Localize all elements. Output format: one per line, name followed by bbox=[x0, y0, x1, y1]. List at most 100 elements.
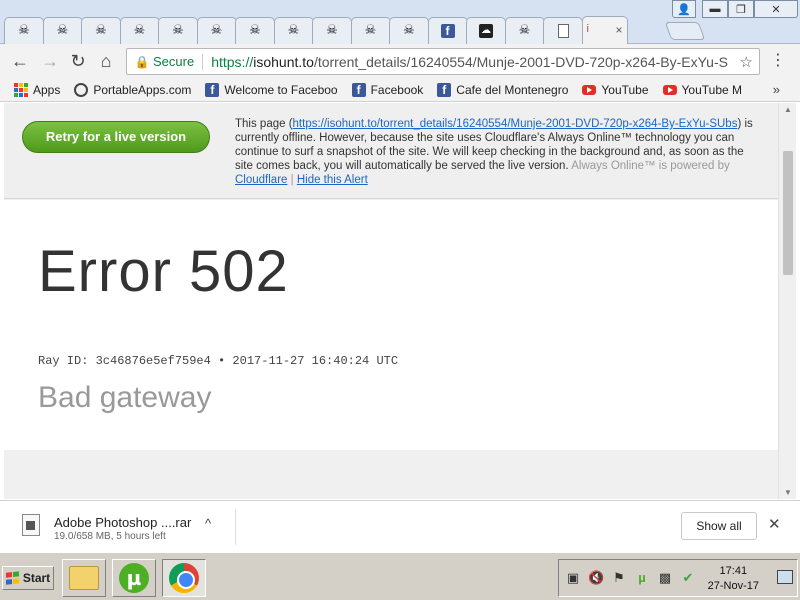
tab[interactable]: ☠ bbox=[273, 17, 314, 44]
home-button[interactable]: ⌂ bbox=[94, 49, 118, 73]
reload-button[interactable]: ↻ bbox=[66, 49, 90, 73]
download-divider bbox=[235, 509, 236, 545]
usb-icon[interactable]: ▣ bbox=[565, 570, 581, 586]
lock-icon: 🔒 bbox=[134, 54, 150, 69]
url-text[interactable]: https://isohunt.to/torrent_details/16240… bbox=[211, 54, 728, 70]
portableapps-icon bbox=[74, 82, 89, 97]
scroll-up-arrow-icon[interactable]: ▲ bbox=[784, 105, 792, 114]
taskbar-explorer[interactable] bbox=[62, 559, 106, 597]
tab[interactable]: ☠ bbox=[235, 17, 275, 44]
user-profile-button[interactable]: 👤 bbox=[672, 0, 696, 18]
tab-close-icon[interactable]: × bbox=[615, 23, 622, 37]
show-all-button[interactable]: Show all bbox=[681, 512, 757, 540]
bookmark-star-icon[interactable]: ☆ bbox=[740, 53, 753, 71]
cloudflare-link[interactable]: Cloudflare bbox=[235, 174, 287, 186]
tab[interactable]: ☠ bbox=[119, 17, 160, 44]
tab[interactable]: f bbox=[427, 17, 468, 44]
skull-icon: ☠ bbox=[287, 23, 300, 38]
tab-active[interactable]: i × bbox=[581, 16, 628, 45]
bookmark-label: Welcome to Faceboo bbox=[224, 82, 338, 97]
powered-by-text: Always Online™ is powered by bbox=[571, 160, 730, 172]
folder-icon bbox=[69, 566, 99, 590]
utorrent-tray-icon[interactable]: µ bbox=[634, 570, 650, 586]
windows-taskbar: Start µ ▣ 🔇 ⚑ µ ▩ ✔ 17:41 27-Nov-17 bbox=[0, 552, 800, 600]
minimize-button[interactable]: ▬ bbox=[702, 0, 728, 18]
offline-page-link[interactable]: https://isohunt.to/torrent_details/16240… bbox=[293, 118, 738, 130]
archive-file-icon bbox=[22, 514, 40, 536]
back-button[interactable]: ← bbox=[8, 49, 32, 73]
volume-muted-icon[interactable]: 🔇 bbox=[588, 570, 604, 586]
skull-icon: ☠ bbox=[326, 23, 338, 38]
bookmark-welcome-to-facebook[interactable]: f Welcome to Faceboo bbox=[205, 82, 338, 97]
scroll-thumb[interactable] bbox=[783, 151, 793, 275]
bookmark-youtube[interactable]: YouTube bbox=[582, 83, 649, 97]
taskbar-utorrent[interactable]: µ bbox=[112, 559, 156, 597]
facebook-icon: f bbox=[205, 82, 220, 97]
bookmark-facebook[interactable]: f Facebook bbox=[351, 82, 424, 97]
network-signal-icon[interactable]: ▩ bbox=[657, 570, 673, 586]
taskbar-chrome[interactable] bbox=[162, 559, 206, 597]
bookmark-label: Apps bbox=[33, 82, 61, 97]
clock-date: 27-Nov-17 bbox=[707, 580, 759, 592]
tab[interactable]: ☠ bbox=[196, 17, 237, 44]
close-shelf-icon[interactable]: ✕ bbox=[768, 515, 781, 533]
tray-clock[interactable]: 17:41 27-Nov-17 bbox=[708, 564, 759, 594]
bookmark-label: Facebook bbox=[370, 82, 424, 97]
tab[interactable]: ☠ bbox=[42, 17, 83, 44]
apps-grid-icon bbox=[14, 82, 28, 97]
page-scrollbar[interactable]: ▲ ▼ bbox=[778, 103, 796, 499]
skull-icon: ☠ bbox=[364, 23, 377, 38]
browser-toolbar: ← → ↻ ⌂ 🔒 Secure https://isohunt.to/torr… bbox=[0, 44, 800, 78]
tab[interactable]: ☠ bbox=[350, 17, 391, 44]
bookmark-youtube-m[interactable]: YouTube M bbox=[662, 83, 742, 97]
forward-button[interactable]: → bbox=[38, 49, 62, 73]
window-close-button[interactable]: ✕ bbox=[754, 0, 798, 18]
start-button[interactable]: Start bbox=[2, 566, 54, 590]
chrome-menu-button[interactable]: ⋮ bbox=[770, 49, 786, 73]
tab[interactable]: ☁ bbox=[466, 17, 506, 44]
url-path: /torrent_details/16240554/Munje-2001-DVD… bbox=[313, 53, 728, 70]
cloud-icon: ☁ bbox=[479, 24, 493, 38]
user-icon: 👤 bbox=[677, 3, 691, 16]
scroll-down-arrow-icon[interactable]: ▼ bbox=[784, 488, 792, 497]
bookmarks-bar: Apps PortableApps.com f Welcome to Faceb… bbox=[0, 78, 800, 102]
page-viewport: Retry for a live version This page (http… bbox=[4, 103, 778, 499]
arrow-left-icon: ← bbox=[11, 50, 29, 71]
always-online-alert: Retry for a live version This page (http… bbox=[4, 103, 778, 199]
bookmarks-overflow-button[interactable]: » bbox=[773, 82, 780, 97]
skull-icon: ☠ bbox=[403, 23, 415, 38]
chevron-up-icon[interactable]: ^ bbox=[205, 516, 211, 531]
skull-icon: ☠ bbox=[172, 23, 184, 38]
new-tab-button[interactable] bbox=[664, 22, 706, 40]
tab[interactable]: ☠ bbox=[504, 17, 545, 44]
bookmark-cafe-del-montenegro[interactable]: f Cafe del Montenegro bbox=[437, 82, 568, 97]
monitor-icon[interactable] bbox=[777, 570, 793, 584]
error-title: Error 502 bbox=[38, 239, 289, 304]
tab[interactable]: ☠ bbox=[312, 17, 352, 44]
tab[interactable]: ☠ bbox=[389, 17, 429, 44]
bookmark-portableapps[interactable]: PortableApps.com bbox=[74, 82, 191, 97]
tab-strip: ☠ ☠ ☠ ☠ ☠ ☠ ☠ ☠ ☠ ☠ ☠ f ☁ ☠ i × 👤 ▬ ❐ ✕ bbox=[0, 0, 800, 45]
bookmark-apps[interactable]: Apps bbox=[14, 82, 61, 97]
flag-icon[interactable]: ⚑ bbox=[611, 570, 627, 586]
download-filename[interactable]: Adobe Photoshop ....rar bbox=[54, 515, 191, 530]
alert-divider: | bbox=[290, 174, 294, 186]
skull-icon: ☠ bbox=[133, 23, 146, 38]
maximize-button[interactable]: ❐ bbox=[728, 0, 754, 18]
youtube-icon bbox=[662, 84, 677, 95]
maximize-icon: ❐ bbox=[736, 3, 746, 16]
tab[interactable]: ☠ bbox=[81, 17, 121, 44]
tab[interactable]: ☠ bbox=[4, 17, 44, 44]
address-bar[interactable]: 🔒 Secure https://isohunt.to/torrent_deta… bbox=[126, 48, 760, 75]
hide-alert-link[interactable]: Hide this Alert bbox=[297, 174, 368, 186]
skull-icon: ☠ bbox=[518, 23, 531, 38]
start-label: Start bbox=[22, 571, 51, 585]
tab[interactable]: ☠ bbox=[158, 17, 198, 44]
download-status: 19.0/658 MB, 5 hours left bbox=[54, 531, 166, 542]
safely-remove-icon[interactable]: ✔ bbox=[680, 570, 696, 586]
error-subtitle: Bad gateway bbox=[38, 381, 212, 414]
clock-time: 17:41 bbox=[719, 565, 748, 577]
windows-logo-icon bbox=[5, 571, 20, 585]
retry-live-button[interactable]: Retry for a live version bbox=[22, 121, 210, 153]
tab[interactable] bbox=[543, 17, 583, 44]
